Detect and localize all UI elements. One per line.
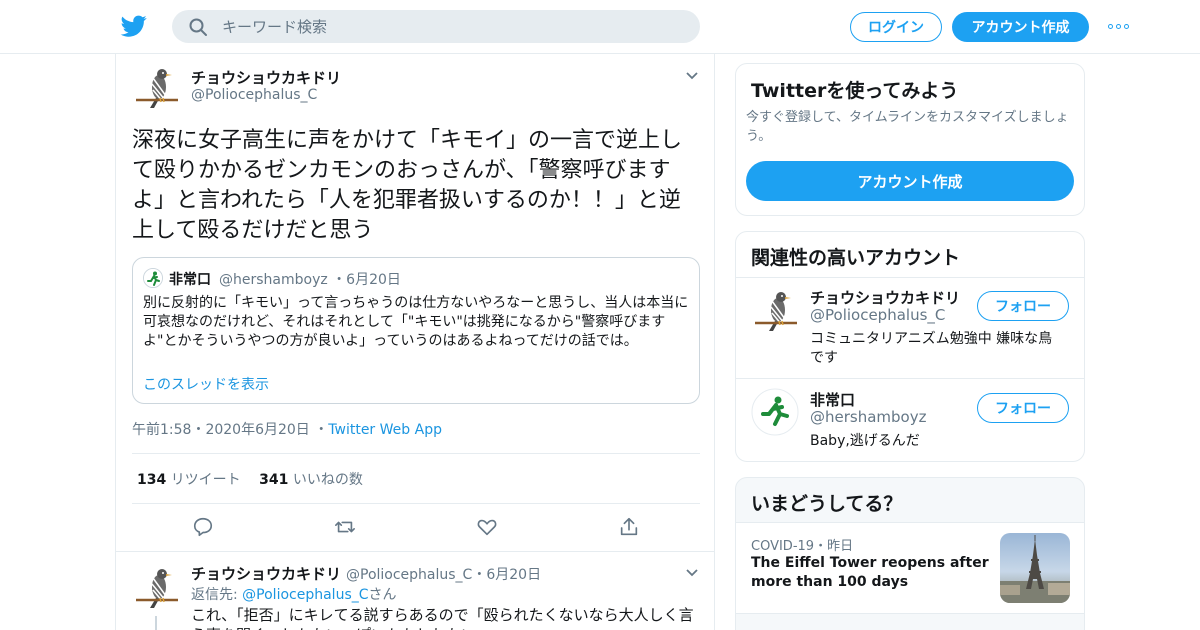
related-accounts-title: 関連性の高いアカウント	[751, 247, 961, 269]
reply-handle-text[interactable]: @Poliocephalus_C	[346, 567, 472, 583]
like-count[interactable]: 341	[259, 472, 288, 488]
tweet-text: 深夜に女子高生に声をかけて「キモイ」の一言で逆上して殴りかかるゼンカモンのおっさ…	[132, 128, 683, 243]
share-icon[interactable]	[618, 516, 640, 538]
avatar[interactable]	[751, 287, 799, 335]
tweet-stats: 134 リツイート 341 いいねの数	[137, 469, 363, 489]
divider	[132, 503, 700, 504]
trend-thumbnail[interactable]	[1000, 533, 1070, 603]
divider	[132, 453, 700, 454]
thread-line	[155, 616, 157, 630]
divider	[116, 551, 714, 552]
tweet-source-app[interactable]: Twitter Web App	[328, 422, 442, 438]
account-handle[interactable]: @Poliocephalus_C	[810, 306, 945, 324]
chevron-down-icon[interactable]	[685, 568, 699, 578]
tweet-date[interactable]: ・2020年6月20日	[191, 422, 309, 438]
like-icon[interactable]	[476, 516, 498, 538]
reply-prefix: 返信先:	[191, 587, 238, 603]
trend-category: COVID-19	[751, 539, 815, 554]
signup-card: Twitterを使ってみよう 今すぐ登録して、タイムラインをカスタマイズしましょ…	[735, 63, 1085, 216]
trend-headline[interactable]: The Eiffel Tower reopens after more than…	[751, 554, 996, 592]
retweet-label[interactable]: リツイート	[171, 472, 241, 488]
divider	[736, 613, 1084, 614]
quoted-tweet[interactable]: 非常口 @hershamboyz ・6月20日 別に反射的に「キモい」って言っち…	[132, 257, 700, 404]
account-bio: コミュニタリアニズム勉強中 嫌味な鳥です	[810, 331, 1053, 366]
quote-avatar	[143, 268, 163, 288]
quote-text: 別に反射的に「キモい」って言っちゃうのは仕方ないやろなーと思うし、当人は本当に可…	[143, 295, 689, 349]
search-icon	[189, 18, 207, 36]
show-thread-link[interactable]: このスレッドを表示	[143, 374, 269, 394]
reply-suffix: さん	[368, 587, 397, 603]
tweet-metadata: 午前1:58・2020年6月20日 ・Twitter Web App	[132, 422, 442, 438]
retweet-icon[interactable]	[334, 516, 356, 538]
tweet-actions	[132, 514, 700, 542]
top-bar: ログイン アカウント作成	[0, 0, 1200, 54]
trends-card: いまどうしてる？ COVID-19・昨日 The Eiffel Tower re…	[735, 477, 1085, 630]
quote-handle-text: @hershamboyz	[219, 272, 328, 288]
reply-target-link[interactable]: @Poliocephalus_C	[242, 587, 368, 603]
account-handle[interactable]: @hershamboyz	[810, 408, 926, 426]
follow-button[interactable]: フォロー	[977, 393, 1069, 423]
login-button[interactable]: ログイン	[850, 12, 942, 42]
follow-button[interactable]: フォロー	[977, 291, 1069, 321]
trend-meta: COVID-19・昨日	[751, 535, 853, 554]
signup-card-subtitle: 今すぐ登録して、タイムラインをカスタマイズしましょう。	[746, 110, 1069, 144]
tweet-column: チョウショウカキドリ @Poliocephalus_C 深夜に女子高生に声をかけ…	[115, 54, 715, 630]
author-handle[interactable]: @Poliocephalus_C	[191, 87, 317, 103]
reply-icon[interactable]	[192, 516, 214, 538]
quote-author-name: 非常口	[169, 272, 211, 288]
reply-author-handle[interactable]: @Poliocephalus_C・6月20日	[346, 564, 541, 584]
avatar[interactable]	[132, 564, 180, 612]
account-name[interactable]: 非常口	[810, 389, 855, 410]
eiffel-tower-image	[1000, 535, 1070, 603]
account-bio: Baby,逃げるんだ	[810, 433, 920, 449]
more-icon[interactable]	[1108, 18, 1130, 34]
author-name[interactable]: チョウショウカキドリ	[191, 67, 341, 88]
account-name[interactable]: チョウショウカキドリ	[810, 287, 960, 308]
search-input[interactable]	[222, 10, 682, 43]
chevron-down-icon[interactable]	[685, 71, 699, 81]
trends-title: いまどうしてる？	[751, 493, 903, 515]
reply-to-line: 返信先: @Poliocephalus_Cさん	[191, 584, 397, 604]
reply-date[interactable]: ・6月20日	[472, 567, 541, 583]
reply-author-name[interactable]: チョウショウカキドリ	[191, 563, 341, 584]
signup-card-title: Twitterを使ってみよう	[751, 80, 959, 102]
divider	[736, 378, 1084, 379]
quote-author-handle: @hershamboyz ・6月20日	[219, 269, 401, 289]
divider	[736, 277, 1084, 278]
reply-text: これ、「拒否」にキレてる説すらあるので「殴られたくないなら大人しく言う事を聞く」…	[191, 606, 694, 630]
twitter-logo-icon[interactable]	[120, 13, 148, 39]
like-label[interactable]: いいねの数	[293, 472, 363, 488]
related-accounts-card: 関連性の高いアカウント チョウショウカキドリ @Poliocephalus_C …	[735, 231, 1085, 462]
avatar[interactable]	[751, 388, 799, 436]
signup-card-button[interactable]: アカウント作成	[746, 161, 1074, 201]
exit-sign-icon	[144, 269, 162, 287]
tweet-time[interactable]: 午前1:58	[132, 422, 191, 438]
retweet-count[interactable]: 134	[137, 472, 166, 488]
trend-time: ・昨日	[814, 539, 854, 554]
signup-button[interactable]: アカウント作成	[952, 12, 1089, 42]
avatar[interactable]	[132, 64, 180, 112]
quote-date: ・6月20日	[332, 272, 401, 288]
search-box[interactable]	[172, 10, 700, 43]
